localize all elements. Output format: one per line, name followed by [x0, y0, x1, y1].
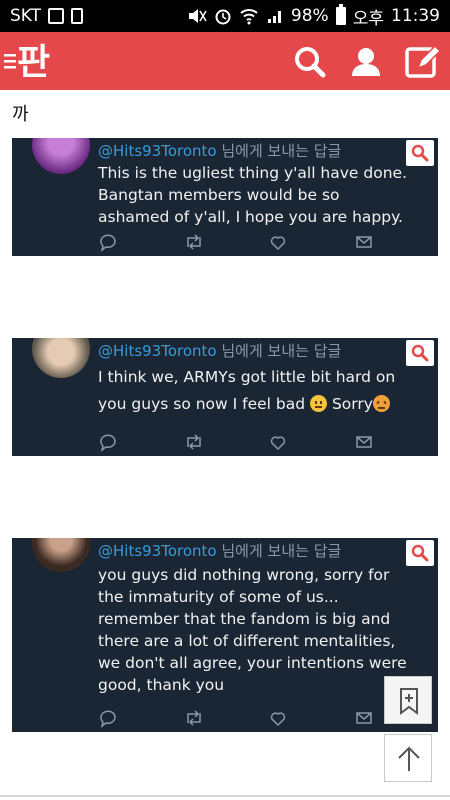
- zoom-button[interactable]: [406, 540, 434, 566]
- retweet-icon[interactable]: [184, 232, 204, 252]
- retweet-icon[interactable]: [184, 708, 204, 728]
- tweet-line: remember that the fandom is big and: [98, 610, 391, 628]
- tweet-actions: [98, 232, 388, 252]
- bookmark-icon: [400, 688, 418, 715]
- post-text: 까: [12, 104, 29, 125]
- zoom-search-icon: [411, 544, 429, 562]
- profile-button[interactable]: [348, 44, 384, 80]
- scroll-top-button[interactable]: [384, 734, 432, 782]
- reply-label: 님에게 보내는 답글: [216, 542, 342, 560]
- message-icon[interactable]: [354, 232, 374, 252]
- reply-icon[interactable]: [98, 708, 118, 728]
- like-icon[interactable]: [268, 232, 288, 252]
- tweet-card: @Hits93Toronto 님에게 보내는 답글 I think we, AR…: [12, 338, 438, 456]
- menu-logo-button[interactable]: 판: [4, 38, 58, 83]
- tweet-line: Sorry: [331, 395, 373, 413]
- user-icon: [352, 48, 380, 76]
- tweet-text: you guys did nothing wrong, sorry for th…: [98, 564, 428, 696]
- gallery-notification-icon: [48, 8, 65, 24]
- tweet-line: there are a lot of different mentalities…: [98, 632, 396, 650]
- zoom-search-icon: [411, 344, 429, 362]
- like-icon[interactable]: [268, 432, 288, 452]
- tweet-actions: [98, 432, 388, 452]
- tweet-line: ashamed of y'all, I hope you are happy.: [98, 208, 403, 226]
- tweet-line: you guys did nothing wrong, sorry for: [98, 566, 390, 584]
- like-icon[interactable]: [268, 708, 288, 728]
- tweet-line: we don't all agree, your intentions were: [98, 654, 407, 672]
- download-notification-icon: [71, 8, 84, 24]
- alarm-icon: [214, 7, 232, 25]
- carrier-label: SKT: [10, 6, 42, 26]
- status-bar: SKT 98% 오후 11:39: [0, 0, 450, 32]
- message-icon[interactable]: [354, 708, 374, 728]
- tweet-handle[interactable]: @Hits93Toronto: [98, 342, 217, 360]
- tweet-text: This is the ugliest thing y'all have don…: [98, 162, 418, 228]
- signal-icon: [266, 7, 284, 25]
- app-header: 판: [0, 32, 450, 90]
- tweet-actions: [98, 708, 388, 728]
- tweet-line: I think we, ARMYs got little bit hard on: [98, 368, 396, 386]
- logo-text: 판: [17, 42, 50, 82]
- avatar: [32, 538, 90, 572]
- tweet-line: you guys so now I feel bad: [98, 395, 306, 413]
- mute-icon: [187, 7, 207, 25]
- confused-emoji-icon: [310, 395, 328, 412]
- battery-percent: 98%: [290, 6, 329, 26]
- search-button[interactable]: [292, 44, 328, 80]
- tweet-text: I think we, ARMYs got little bit hard on…: [98, 364, 428, 418]
- reply-icon[interactable]: [98, 232, 118, 252]
- tweet-line: good, thank you: [98, 676, 225, 694]
- reply-label: 님에게 보내는 답글: [216, 142, 342, 160]
- zoom-button[interactable]: [406, 340, 434, 366]
- reply-icon[interactable]: [98, 432, 118, 452]
- write-icon: [405, 44, 442, 78]
- tweet-card: @Hits93Toronto 님에게 보내는 답글 you guys did n…: [12, 538, 438, 732]
- tweet-line: Bangtan members would be so: [98, 186, 340, 204]
- divider: [0, 795, 450, 797]
- reply-label: 님에게 보내는 답글: [216, 342, 342, 360]
- clock: 11:39: [391, 6, 440, 26]
- bookmark-button[interactable]: [384, 676, 432, 724]
- tweet-line: This is the ugliest thing y'all have don…: [98, 164, 408, 182]
- menu-icon: 판: [4, 42, 50, 83]
- avatar: [32, 338, 90, 378]
- wifi-icon: [239, 7, 259, 25]
- scroll-top-icon: [398, 746, 420, 771]
- write-button[interactable]: [404, 44, 442, 80]
- tweet-line: the immaturity of some of us...: [98, 588, 339, 606]
- tweet-card: @Hits93Toronto 님에게 보내는 답글 This is the ug…: [12, 138, 438, 256]
- avatar: [32, 138, 90, 174]
- retweet-icon[interactable]: [184, 432, 204, 452]
- time-ampm: 오후: [352, 8, 384, 29]
- persevering-emoji-icon: [372, 395, 390, 412]
- message-icon[interactable]: [354, 432, 374, 452]
- search-icon: [295, 47, 326, 78]
- tweet-handle[interactable]: @Hits93Toronto: [98, 542, 217, 560]
- tweet-handle[interactable]: @Hits93Toronto: [98, 142, 217, 160]
- battery-icon: [335, 4, 346, 25]
